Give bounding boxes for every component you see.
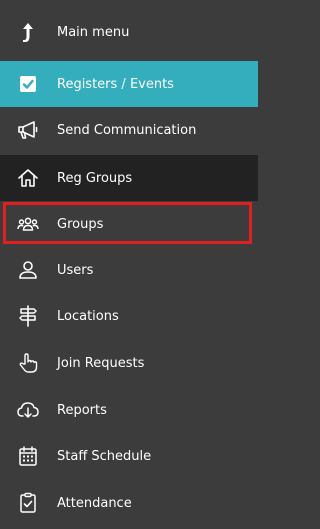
menu-item-main-menu[interactable]: Main menu (0, 9, 258, 55)
menu-item-label: Reports (57, 402, 107, 418)
menu-item-registers-events[interactable]: Registers / Events (0, 61, 258, 107)
menu-item-label: Join Requests (57, 355, 145, 371)
menu-item-label: Reg Groups (57, 170, 133, 186)
menu-item-attendance[interactable]: Attendance (0, 480, 258, 526)
people-group-icon (16, 212, 40, 236)
clipboard-check-icon (16, 491, 40, 515)
menu-item-label: Locations (57, 308, 119, 324)
menu-item-users[interactable]: Users (0, 247, 258, 293)
menu-item-groups[interactable]: Groups (0, 201, 258, 247)
calendar-icon (16, 444, 40, 468)
user-icon (16, 258, 40, 282)
menu-item-staff-schedule[interactable]: Staff Schedule (0, 433, 258, 479)
hand-pointer-icon (16, 351, 40, 375)
menu-item-label: Staff Schedule (57, 448, 152, 464)
menu-item-label: Users (57, 262, 94, 278)
signpost-icon (16, 304, 40, 328)
home-icon (16, 166, 40, 190)
menu-item-locations[interactable]: Locations (0, 293, 258, 339)
menu-item-label: Attendance (57, 495, 132, 511)
menu-item-reports[interactable]: Reports (0, 387, 258, 433)
menu-item-send-communication[interactable]: Send Communication (0, 107, 258, 153)
menu-item-label: Registers / Events (57, 76, 174, 92)
menu-item-join-requests[interactable]: Join Requests (0, 340, 258, 386)
side-menu: Main menu Registers / Events Send Commun… (0, 0, 258, 529)
menu-item-label: Send Communication (57, 122, 197, 138)
menu-item-label: Groups (57, 216, 104, 232)
megaphone-icon (16, 118, 40, 142)
menu-item-reg-groups[interactable]: Reg Groups (0, 155, 258, 201)
cloud-download-icon (16, 398, 40, 422)
checkbox-icon (16, 72, 40, 96)
menu-item-label: Main menu (57, 24, 130, 40)
up-arrow-icon (16, 20, 40, 44)
